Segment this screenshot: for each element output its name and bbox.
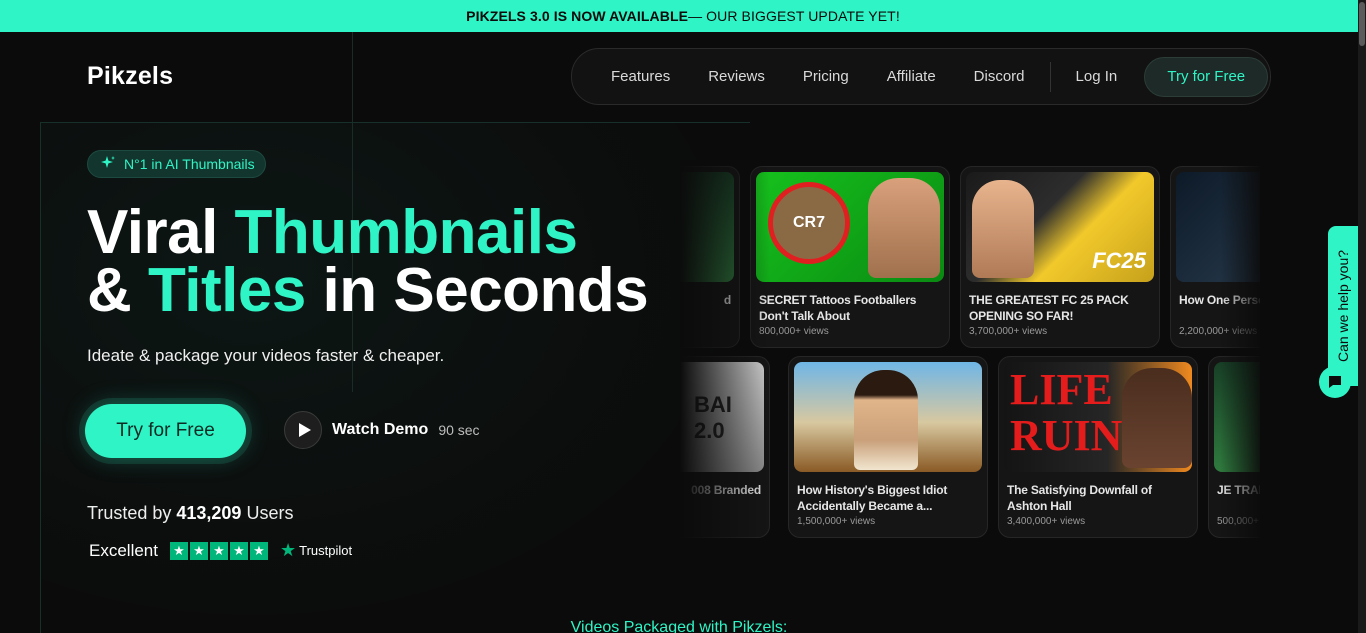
rating-stars: ★ ★ ★ ★ ★ [169, 541, 268, 560]
trustpilot-rating[interactable]: Excellent ★ ★ ★ ★ ★ ★ Trustpilot [89, 540, 352, 561]
announcement-bar[interactable]: PIKZELS 3.0 IS NOW AVAILABLE — OUR BIGGE… [0, 0, 1366, 32]
thumbnail-card[interactable]: How History's Biggest Idiot Accidentally… [788, 356, 988, 538]
star-icon: ★ [189, 541, 208, 560]
watch-demo-label: Watch Demo [332, 421, 429, 438]
card-views: 3,700,000+ views [969, 326, 1048, 337]
thumbnail-image: FC25 [966, 172, 1154, 282]
card-title: 008 Branded [691, 483, 761, 497]
headline-word: & [87, 256, 148, 325]
hero-subtitle: Ideate & package your videos faster & ch… [87, 346, 445, 365]
thumbnail-image [794, 362, 982, 472]
grid-line [40, 122, 750, 123]
card-title: How History's Biggest Idiot Accidentally… [797, 483, 948, 513]
cr7-label: CR7 [792, 214, 825, 231]
top-nav: Features Reviews Pricing Affiliate Disco… [571, 48, 1271, 105]
nav-item-features[interactable]: Features [592, 68, 689, 85]
thumbnail-card[interactable]: LIFE RUINED The Satisfying Downfall of A… [998, 356, 1198, 538]
nav-item-pricing[interactable]: Pricing [784, 68, 868, 85]
announcement-strong: PIKZELS 3.0 IS NOW AVAILABLE [466, 8, 689, 24]
logo[interactable]: Pikzels [87, 62, 173, 91]
nav-try-free-button[interactable]: Try for Free [1144, 56, 1269, 97]
headline-accent: Titles [148, 256, 306, 325]
thumbnail-card[interactable]: How One Perso 239 Lives 2,200,000+ views [1170, 166, 1260, 348]
login-link[interactable]: Log In [1057, 68, 1137, 85]
hero-headline: Viral Thumbnails & Titles in Seconds [87, 202, 649, 322]
face-figure [1122, 368, 1192, 468]
page-scrollbar[interactable] [1358, 0, 1366, 633]
section-heading: Videos Packaged with Pikzels: [570, 619, 788, 633]
card-views: 2,200,000+ views [1179, 326, 1258, 337]
thumbnail-image: CR7 [756, 172, 944, 282]
trustpilot-label: Trustpilot [299, 543, 353, 558]
card-title: JE TRAN BONDY [1217, 483, 1260, 497]
trustpilot-logo: ★ Trustpilot [280, 540, 352, 561]
life-ruined-text: LIFE RUINED [1010, 368, 1184, 464]
help-tab-label: Can we help you? [1335, 249, 1352, 363]
chat-icon[interactable] [1319, 366, 1351, 398]
nav-item-affiliate[interactable]: Affiliate [868, 68, 955, 85]
headline-word: in Seconds [305, 256, 649, 325]
thumbnail-image [1214, 362, 1260, 472]
trusted-by-text: Trusted by 413,209 Users [87, 503, 293, 524]
star-icon: ★ [209, 541, 228, 560]
thumbnail-card[interactable]: d [680, 166, 740, 348]
hero-badge: N°1 in AI Thumbnails [87, 150, 266, 178]
trusted-count: 413,209 [176, 503, 242, 523]
pirate-figure [854, 370, 918, 470]
announcement-text: — OUR BIGGEST UPDATE YET! [688, 8, 900, 24]
thumbnail-image [680, 172, 734, 282]
card-views: 1,500,000+ views [797, 516, 876, 527]
cr7-badge: CR7 [768, 182, 850, 264]
play-icon[interactable] [284, 411, 322, 449]
card-title: SECRET Tattoos Footballers Don't Talk Ab… [759, 293, 917, 323]
trustpilot-star-icon: ★ [279, 540, 297, 560]
card-title: How One Perso 239 Lives [1179, 293, 1260, 307]
card-title: d [723, 293, 731, 307]
thumbnail-overlay-text: BAI 2.0 [694, 392, 732, 443]
thumbnail-card[interactable]: FC25 THE GREATEST FC 25 PACK OPENING SO … [960, 166, 1160, 348]
star-icon: ★ [249, 541, 268, 560]
thumbnail-card[interactable]: JE TRAN BONDY 500,000+ [1208, 356, 1260, 538]
thumbnail-image [1176, 172, 1260, 282]
nav-divider [1049, 61, 1051, 92]
trusted-suffix: Users [241, 503, 294, 523]
watch-demo-button[interactable]: Watch Demo 90 sec [284, 411, 480, 449]
card-views: 500,000+ [1217, 516, 1259, 527]
fc25-label: FC25 [1092, 248, 1146, 273]
demo-duration: 90 sec [438, 422, 480, 438]
thumbnail-gallery: d CR7 SECRET Tattoos Footballers Don't T… [680, 160, 1260, 550]
hero-badge-label: N°1 in AI Thumbnails [124, 156, 255, 172]
nav-item-discord[interactable]: Discord [955, 68, 1044, 85]
sparkle-icon [100, 155, 116, 174]
scrollbar-thumb[interactable] [1359, 2, 1365, 46]
rating-label: Excellent [89, 540, 158, 560]
thumbnail-card[interactable]: CR7 SECRET Tattoos Footballers Don't Tal… [750, 166, 950, 348]
thumbnail-image: BAI 2.0 [680, 362, 764, 472]
help-tab[interactable]: Can we help you? [1328, 226, 1358, 386]
card-title: THE GREATEST FC 25 PACK OPENING SO FAR! [969, 293, 1129, 323]
thumbnail-card[interactable]: BAI 2.0 008 Branded [680, 356, 770, 538]
try-free-button[interactable]: Try for Free [85, 404, 246, 458]
nav-item-reviews[interactable]: Reviews [689, 68, 784, 85]
card-title: The Satisfying Downfall of Ashton Hall [1007, 483, 1152, 513]
thumbnail-image: LIFE RUINED [1004, 362, 1192, 472]
star-icon: ★ [229, 541, 248, 560]
card-views: 3,400,000+ views [1007, 516, 1086, 527]
grid-line [40, 122, 41, 633]
trusted-prefix: Trusted by [87, 503, 177, 523]
star-icon: ★ [169, 541, 188, 560]
card-views: 800,000+ views [759, 326, 829, 337]
face-figure [972, 180, 1034, 278]
face-figure [868, 178, 940, 278]
